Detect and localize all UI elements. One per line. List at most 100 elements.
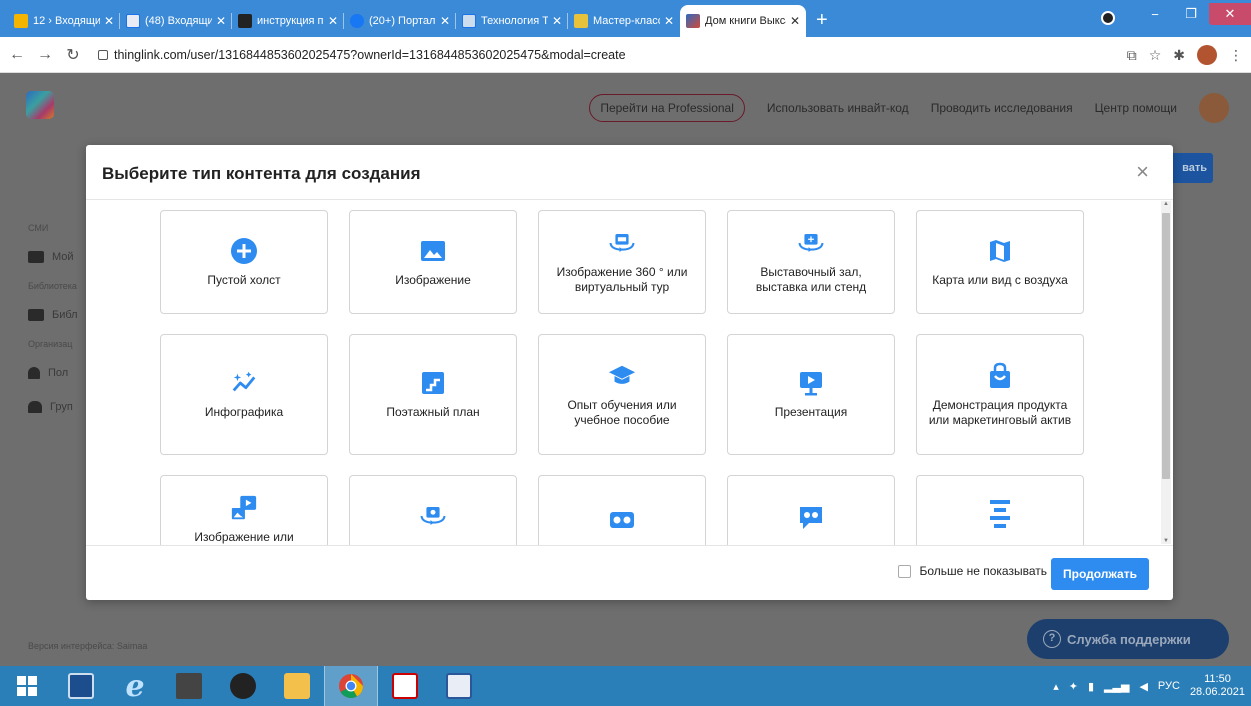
maximize-icon[interactable]: ❐ <box>1173 6 1209 22</box>
scroll-up-icon[interactable]: ▲ <box>1162 201 1170 207</box>
url-field[interactable]: thinglink.com/user/1316844853602025475?o… <box>98 48 626 62</box>
close-tab-icon[interactable]: ✕ <box>440 14 450 28</box>
360-video-icon <box>419 502 447 530</box>
monitor-favicon-icon <box>462 14 476 28</box>
modal-footer: Больше не показывать Продолжать <box>86 545 1173 600</box>
card-vr-chat[interactable] <box>727 475 895 545</box>
research-link[interactable]: Проводить исследования <box>931 101 1073 115</box>
dont-show-again[interactable]: Больше не показывать <box>898 564 1047 578</box>
sidebar-item-users[interactable]: Пол <box>28 363 88 383</box>
sidebar-item-groups[interactable]: Груп <box>28 397 88 417</box>
taskbar-app-building[interactable] <box>162 666 216 706</box>
taskbar-chrome[interactable] <box>324 666 378 706</box>
sparkle-chart-icon <box>230 369 258 397</box>
close-tab-icon[interactable]: ✕ <box>328 14 338 28</box>
browser-tab-active[interactable]: Дом книги Выкса ✕ <box>680 5 806 37</box>
browser-profile-icon[interactable] <box>1101 11 1115 25</box>
card-infographic[interactable]: Инфографика <box>160 334 328 455</box>
support-button[interactable]: ? Служба поддержки <box>1027 619 1229 659</box>
folder-icon <box>28 251 44 263</box>
network-icon[interactable]: ▮ <box>1088 680 1094 693</box>
taskbar-acrobat[interactable] <box>378 666 432 706</box>
create-content-modal: Выберите тип контента для создания × Пус… <box>86 145 1173 600</box>
window-close-icon[interactable]: ✕ <box>1209 3 1251 25</box>
close-tab-icon[interactable]: ✕ <box>552 14 562 28</box>
sidebar-section-library: Библиотека <box>28 281 77 291</box>
taskbar-save-app[interactable] <box>54 666 108 706</box>
user-avatar[interactable] <box>1199 93 1229 123</box>
chrome-icon <box>339 674 363 699</box>
extensions-puzzle-icon[interactable]: ✱ <box>1173 47 1185 64</box>
card-image-360[interactable]: Изображение 360 ° или виртуальный тур <box>538 210 706 314</box>
clock[interactable]: 11:50 28.06.2021 <box>1190 673 1245 699</box>
card-presentation[interactable]: Презентация <box>727 334 895 455</box>
windows-logo-icon <box>17 676 37 696</box>
vr-headset-icon <box>608 506 636 534</box>
browser-tab[interactable]: 12 › Входящие —✕ <box>8 5 120 37</box>
scrollbar-thumb[interactable] <box>1162 213 1170 479</box>
card-vr[interactable] <box>538 475 706 545</box>
card-floor-plan[interactable]: Поэтажный план <box>349 334 517 455</box>
bookmark-star-icon[interactable]: ☆ <box>1149 47 1162 64</box>
minimize-icon[interactable]: − <box>1137 7 1173 22</box>
invite-code-link[interactable]: Использовать инвайт-код <box>767 101 909 115</box>
reload-icon[interactable]: ↻ <box>62 45 84 65</box>
taskbar-app-camera[interactable] <box>216 666 270 706</box>
tray-chevron-icon[interactable]: ▴ <box>1053 680 1059 693</box>
language-indicator[interactable]: РУС <box>1158 680 1180 692</box>
tray-app-icon[interactable]: ✦ <box>1069 680 1078 693</box>
content-type-grid: Пустой холст Изображение Изображение 360… <box>160 210 1084 545</box>
windows-taskbar: e ▴ ✦ ▮ ▂▃▅ ◀ РУС 11:50 28.06.2021 <box>0 666 1251 706</box>
start-button[interactable] <box>0 666 54 706</box>
go-professional-button[interactable]: Перейти на Professional <box>589 94 745 122</box>
card-blank-canvas[interactable]: Пустой холст <box>160 210 328 314</box>
card-learning[interactable]: Опыт обучения или учебное пособие <box>538 334 706 455</box>
forward-arrow-icon[interactable]: → <box>34 46 56 64</box>
360-image-icon <box>608 229 636 257</box>
taskbar-word[interactable] <box>432 666 486 706</box>
thinglink-logo[interactable] <box>26 91 54 119</box>
browser-tab[interactable]: (20+) Портал "Что✕ <box>344 5 456 37</box>
close-tab-icon[interactable]: ✕ <box>664 14 674 28</box>
signal-icon[interactable]: ▂▃▅ <box>1104 680 1129 693</box>
sidebar-item-my[interactable]: Мой <box>28 247 88 267</box>
modal-scrollbar[interactable]: ▲ ▼ <box>1161 201 1171 544</box>
continue-button[interactable]: Продолжать <box>1051 558 1149 590</box>
browser-tab[interactable]: (48) Входящие - П✕ <box>120 5 232 37</box>
card-product-demo[interactable]: Демонстрация продукта или маркетинговый … <box>916 334 1084 455</box>
create-button[interactable]: вать <box>1169 153 1213 183</box>
translate-icon[interactable]: ⧉ <box>1127 47 1137 64</box>
help-center-link[interactable]: Центр помощи <box>1095 101 1177 115</box>
taskbar-ie[interactable]: e <box>108 666 162 706</box>
card-video-360[interactable] <box>349 475 517 545</box>
close-tab-icon[interactable]: ✕ <box>790 14 800 28</box>
close-tab-icon[interactable]: ✕ <box>104 14 114 28</box>
card-exhibition[interactable]: Выставочный зал, выставка или стенд <box>727 210 895 314</box>
card-image-or-video[interactable]: Изображение или <box>160 475 328 545</box>
card-image[interactable]: Изображение <box>349 210 517 314</box>
card-map[interactable]: Карта или вид с воздуха <box>916 210 1084 314</box>
browser-tab[interactable]: Технология Thing✕ <box>456 5 568 37</box>
browser-toolbar: ⧉ ☆ ✱ ⋮ <box>1127 37 1243 73</box>
browser-tab[interactable]: Мастер-класс «Со✕ <box>568 5 680 37</box>
volume-icon[interactable]: ◀ <box>1139 680 1147 693</box>
close-tab-icon[interactable]: ✕ <box>216 14 226 28</box>
close-icon[interactable]: × <box>1136 159 1149 185</box>
address-bar: ← → ↻ thinglink.com/user/131684485360202… <box>0 37 1251 73</box>
360-move-icon <box>797 229 825 257</box>
menu-kebab-icon[interactable]: ⋮ <box>1229 47 1243 64</box>
sidebar-item-library[interactable]: Библ <box>28 305 88 325</box>
browser-tab[interactable]: инструкция по ра✕ <box>232 5 344 37</box>
doc-favicon-icon <box>238 14 252 28</box>
scroll-down-icon[interactable]: ▼ <box>1162 538 1170 544</box>
new-tab-button[interactable]: + <box>806 5 838 37</box>
user-icon <box>28 367 40 379</box>
word-icon <box>446 673 472 699</box>
building-icon <box>176 673 202 699</box>
top-navigation: Перейти на Professional Использовать инв… <box>589 93 1251 123</box>
back-arrow-icon[interactable]: ← <box>6 46 28 64</box>
taskbar-explorer[interactable] <box>270 666 324 706</box>
dont-show-checkbox[interactable] <box>898 564 912 578</box>
browser-avatar[interactable] <box>1197 45 1217 65</box>
card-timeline[interactable] <box>916 475 1084 545</box>
